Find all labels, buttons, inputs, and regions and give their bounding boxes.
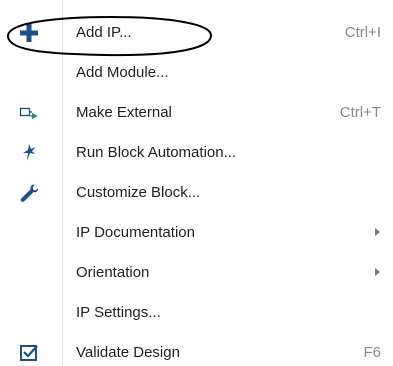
add-plus-icon — [18, 22, 40, 44]
validate-check-icon — [18, 342, 40, 364]
menu-item-label: Run Block Automation... — [76, 144, 237, 161]
menu-item-label: Orientation — [76, 264, 150, 281]
menu-item-label: IP Settings... — [76, 304, 161, 321]
make-external-icon — [18, 102, 40, 124]
shortcut-text: Ctrl+T — [339, 104, 381, 121]
menu-item-ip-documentation[interactable]: IP Documentation — [0, 214, 393, 252]
menu-item-label: Make External — [76, 104, 172, 121]
submenu-arrow-icon — [375, 228, 380, 236]
menu-item-label: Add Module... — [76, 64, 169, 81]
menu-item-label: IP Documentation — [76, 224, 195, 241]
menu-item-ip-settings[interactable]: IP Settings... — [0, 294, 393, 332]
shortcut-text: F6 — [363, 344, 381, 361]
menu-item-add-module[interactable]: Add Module... — [0, 54, 393, 92]
menu-item-orientation[interactable]: Orientation — [0, 254, 393, 292]
menu-item-add-ip[interactable]: Add IP... Ctrl+I — [0, 14, 393, 52]
shortcut-text: Ctrl+I — [344, 24, 381, 41]
menu-item-make-external[interactable]: Make External Ctrl+T — [0, 94, 393, 132]
menu-item-validate-design[interactable]: Validate Design F6 — [0, 334, 393, 366]
block-automation-icon — [18, 142, 40, 164]
wrench-icon — [18, 182, 40, 204]
menu-item-label: Validate Design — [76, 344, 180, 361]
menu-item-label: Add IP... — [76, 24, 132, 41]
menu-item-label: Customize Block... — [76, 184, 201, 201]
menu-item-run-block-automation[interactable]: Run Block Automation... — [0, 134, 393, 172]
menu-item-customize-block[interactable]: Customize Block... — [0, 174, 393, 212]
submenu-arrow-icon — [375, 268, 380, 276]
context-menu: Add IP... Ctrl+I Add Module... Make Exte… — [0, 0, 393, 366]
